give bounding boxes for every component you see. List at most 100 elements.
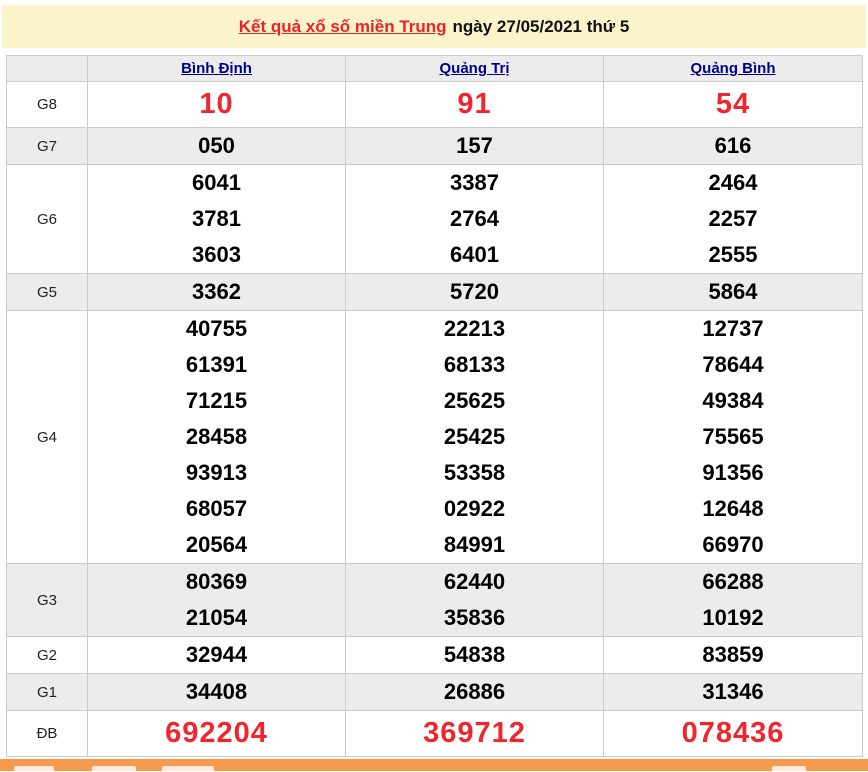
prize-cell: 32944 [87, 636, 346, 674]
prize-label: G5 [6, 273, 88, 311]
prize-number: 35836 [443, 605, 506, 630]
prize-number: 66288 [702, 569, 764, 594]
prize-number: 692204 [165, 717, 268, 749]
prize-cell: 616 [603, 127, 863, 165]
prize-number: 68133 [443, 352, 506, 377]
province-header: Quảng Bình [603, 55, 863, 82]
prize-number: 12648 [702, 496, 764, 521]
table-row: G8 10 91 54 [6, 81, 863, 128]
prize-cell: 80369 21054 [87, 563, 346, 637]
prize-number: 6041 [192, 170, 241, 195]
prize-number: 61391 [185, 352, 248, 377]
prize-cell: 3387 2764 6401 [345, 164, 604, 274]
prize-cell: 91 [345, 81, 604, 128]
prize-number: 75565 [702, 424, 764, 449]
prize-number: 078436 [681, 717, 785, 749]
prize-number: 68057 [185, 496, 248, 521]
prize-number: 157 [456, 133, 493, 158]
prize-number: 3781 [192, 206, 241, 231]
prize-number: 25625 [443, 388, 506, 413]
prize-number: 3387 [450, 170, 499, 195]
prize-cell: 2464 2257 2555 [603, 164, 863, 274]
province-header: Quảng Trị [345, 55, 604, 82]
prize-number: 78644 [702, 352, 764, 377]
table-row: ĐB 692204 369712 078436 [6, 710, 863, 757]
prize-number: 91 [457, 88, 492, 120]
prize-cell: 22213 68133 25625 25425 53358 02922 84991 [345, 310, 604, 564]
prize-number: 10192 [702, 605, 764, 630]
prize-cell: 26886 [345, 673, 604, 711]
prize-number: 3603 [192, 242, 241, 267]
corner-cell [6, 55, 88, 82]
table-row: G5 3362 5720 5864 [6, 273, 863, 311]
prize-number: 12737 [702, 316, 764, 341]
prize-number: 80369 [185, 569, 248, 594]
prize-number: 34408 [185, 679, 248, 704]
prize-number: 66970 [702, 532, 764, 557]
prize-number: 6401 [450, 242, 499, 267]
prize-number: 3362 [192, 279, 241, 304]
title-date: ngày 27/05/2021 thứ 5 [452, 16, 630, 36]
prize-label: G6 [6, 164, 88, 274]
prize-number: 54838 [443, 642, 506, 667]
title-link[interactable]: Kết quả xổ số miền Trung [239, 17, 447, 37]
province-link-quang-binh[interactable]: Quảng Bình [691, 60, 776, 77]
prize-cell: 54838 [345, 636, 604, 674]
province-link-quang-tri[interactable]: Quảng Trị [439, 60, 509, 77]
prize-number: 2257 [708, 206, 758, 231]
prize-cell: 050 [87, 127, 346, 165]
prize-number: 32944 [185, 642, 248, 667]
prize-number: 22213 [443, 316, 506, 341]
prize-label: G2 [6, 636, 88, 674]
prize-cell: 5864 [603, 273, 863, 311]
prize-cell: 078436 [603, 710, 863, 757]
prize-number: 2555 [708, 242, 758, 267]
prize-cell: 369712 [345, 710, 604, 757]
prize-number: 93913 [185, 460, 248, 485]
prize-label: G4 [6, 310, 88, 564]
prize-cell: 6041 3781 3603 [87, 164, 346, 274]
prize-number: 40755 [185, 316, 248, 341]
prize-cell: 54 [603, 81, 863, 128]
prize-cell: 5720 [345, 273, 604, 311]
table-row: G6 6041 3781 3603 3387 2764 6401 2464 2257 2555 [6, 164, 863, 274]
prize-number: 10 [199, 88, 234, 120]
prize-number: 21054 [185, 605, 248, 630]
results-table: Bình Định Quảng Trị Quảng Bình G8 10 91 54 G… [6, 55, 863, 757]
table-row: G7 050 157 616 [6, 127, 863, 165]
province-header: Bình Định [87, 55, 346, 82]
prize-label: ĐB [6, 710, 88, 757]
table-row: G1 34408 26886 31346 [6, 673, 863, 711]
table-row: G2 32944 54838 83859 [6, 636, 863, 674]
prize-number: 616 [714, 133, 752, 158]
prize-cell: 83859 [603, 636, 863, 674]
prize-number: 83859 [702, 642, 764, 667]
prize-label: G1 [6, 673, 88, 711]
prize-number: 5864 [708, 279, 758, 304]
footer-bar [0, 759, 868, 771]
province-link-binh-dinh[interactable]: Bình Định [181, 60, 252, 77]
prize-number: 02922 [443, 496, 506, 521]
prize-number: 5720 [450, 279, 499, 304]
prize-number: 2764 [450, 206, 499, 231]
prize-number: 28458 [185, 424, 248, 449]
prize-number: 54 [715, 88, 751, 120]
prize-cell: 12737 78644 49384 75565 91356 12648 66970 [603, 310, 863, 564]
prize-cell: 62440 35836 [345, 563, 604, 637]
prize-cell: 692204 [87, 710, 346, 757]
table-row: G4 40755 61391 71215 28458 93913 68057 20564 222… [6, 310, 863, 564]
prize-cell: 31346 [603, 673, 863, 711]
prize-number: 84991 [443, 532, 506, 557]
prize-number: 62440 [443, 569, 506, 594]
prize-cell: 10 [87, 81, 346, 128]
prize-number: 25425 [443, 424, 506, 449]
table-header-row: Bình Định Quảng Trị Quảng Bình [6, 55, 863, 82]
prize-number: 31346 [702, 679, 764, 704]
prize-cell: 40755 61391 71215 28458 93913 68057 20564 [87, 310, 346, 564]
prize-number: 369712 [423, 717, 526, 749]
prize-cell: 34408 [87, 673, 346, 711]
prize-number: 2464 [708, 170, 758, 195]
prize-label: G7 [6, 127, 88, 165]
title-bar: Kết quả xổ số miền Trung ngày 27/05/2021… [2, 5, 866, 48]
prize-cell: 66288 10192 [603, 563, 863, 637]
